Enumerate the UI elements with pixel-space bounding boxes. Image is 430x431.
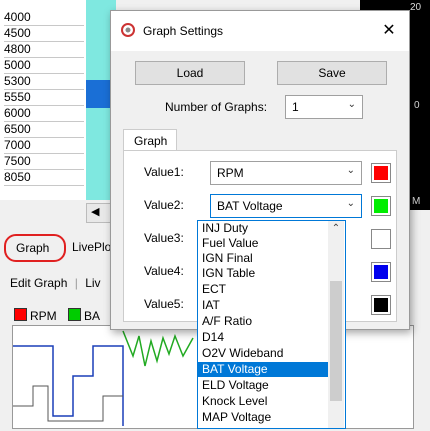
rpm-cell[interactable]: 7500 xyxy=(4,154,84,170)
chevron-down-icon: ⌄ xyxy=(347,99,356,110)
value2-label: Value2: xyxy=(144,198,184,212)
value4-label: Value4: xyxy=(144,264,184,278)
dropdown-option[interactable]: MAP Voltage xyxy=(198,410,331,425)
tab-graph-1[interactable]: Graph 1 xyxy=(123,129,177,162)
value5-color-button[interactable] xyxy=(371,295,391,315)
tab-graph[interactable]: Graph xyxy=(4,234,66,262)
rpm-cell[interactable]: 8050 xyxy=(4,170,84,186)
value5-label: Value5: xyxy=(144,297,184,311)
dropdown-option[interactable]: IAT xyxy=(198,298,331,313)
rpm-cell[interactable]: 4800 xyxy=(4,42,84,58)
value4-color-swatch xyxy=(374,265,388,279)
dropdown-option[interactable]: INJ Duty xyxy=(198,221,331,236)
dropdown-option[interactable]: D14 xyxy=(198,330,331,345)
axis-label: 20 xyxy=(410,2,422,13)
edit-graph-link[interactable]: Edit Graph xyxy=(10,276,67,290)
value2-dropdown-list[interactable]: INJ Duty Fuel Value IGN Final IGN Table … xyxy=(197,220,346,429)
save-button[interactable]: Save xyxy=(277,61,387,85)
scroll-up-icon[interactable]: ⌃ xyxy=(328,221,344,237)
dropdown-option[interactable]: IGN Table xyxy=(198,266,331,281)
value1-selected: RPM xyxy=(217,166,244,180)
rpm-cell[interactable]: 5000 xyxy=(4,58,84,74)
rpm-cell[interactable]: 7000 xyxy=(4,138,84,154)
dropdown-option[interactable]: Fuel Value xyxy=(198,236,331,251)
dialog-titlebar[interactable]: Graph Settings ✕ xyxy=(111,11,409,51)
value2-selected: BAT Voltage xyxy=(217,199,283,213)
dialog-title: Graph Settings xyxy=(143,24,224,38)
num-graphs-select[interactable]: 1 ⌄ xyxy=(285,95,363,119)
legend-label-rpm: RPM xyxy=(30,309,57,323)
axis-label: 0 xyxy=(414,100,420,111)
value4-color-button[interactable] xyxy=(371,262,391,282)
dropdown-option[interactable]: ELD Voltage xyxy=(198,378,331,393)
chevron-down-icon: ⌄ xyxy=(346,165,355,176)
rpm-cell[interactable]: 4500 xyxy=(4,26,84,42)
num-graphs-value: 1 xyxy=(292,100,299,114)
value2-color-swatch xyxy=(374,199,388,213)
rpm-cell[interactable]: 4000 xyxy=(4,10,84,26)
value2-select[interactable]: BAT Voltage ⌄ xyxy=(210,194,362,218)
close-icon: ✕ xyxy=(382,22,396,39)
rpm-table: 4000 4500 4800 5000 5300 5550 6000 6500 … xyxy=(0,0,87,200)
dropdown-option[interactable]: IGN Final xyxy=(198,251,331,266)
app-icon xyxy=(121,23,135,37)
value2-color-button[interactable] xyxy=(371,196,391,216)
rpm-cell[interactable]: 6500 xyxy=(4,122,84,138)
value3-color-button[interactable] xyxy=(371,229,391,249)
value5-color-swatch xyxy=(374,298,388,312)
value1-color-swatch xyxy=(374,166,388,180)
dropdown-option-selected[interactable]: BAT Voltage xyxy=(198,362,331,377)
series-line-green xyxy=(122,330,194,367)
live-link[interactable]: Liv xyxy=(85,276,100,290)
dropdown-option[interactable]: A/F Ratio xyxy=(198,314,331,329)
series-line-blue xyxy=(13,345,124,426)
tab-graph-label: Graph xyxy=(16,241,50,255)
value3-label: Value3: xyxy=(144,231,184,245)
scrollbar-thumb[interactable] xyxy=(330,281,342,401)
legend-swatch-bat xyxy=(68,308,82,321)
dropdown-option[interactable]: O2V Wideband xyxy=(198,346,331,361)
dropdown-scrollbar[interactable]: ⌃ xyxy=(328,221,344,428)
scroll-left-icon[interactable]: ◀ xyxy=(91,205,99,218)
toolbar-separator: | xyxy=(74,276,78,290)
load-button[interactable]: Load xyxy=(135,61,245,85)
graph-toolbar: Edit Graph | Liv xyxy=(10,276,101,290)
value1-select[interactable]: RPM ⌄ xyxy=(210,161,362,185)
value1-color-button[interactable] xyxy=(371,163,391,183)
rpm-cell[interactable]: 5550 xyxy=(4,90,84,106)
num-graphs-label: Number of Graphs: xyxy=(165,100,268,114)
axis-label: M xyxy=(412,196,421,207)
value1-label: Value1: xyxy=(144,165,184,179)
close-button[interactable]: ✕ xyxy=(377,19,401,43)
chevron-down-icon: ⌄ xyxy=(346,198,355,209)
rpm-cell[interactable]: 6000 xyxy=(4,106,84,122)
value3-color-swatch xyxy=(374,232,388,246)
legend-label-bat: BA xyxy=(84,309,101,323)
rpm-cell[interactable]: 5300 xyxy=(4,74,84,90)
dropdown-option[interactable]: Knock Level xyxy=(198,394,331,409)
legend-swatch-rpm xyxy=(14,308,27,321)
graph-legend: RPM BA xyxy=(14,308,100,323)
dropdown-option[interactable]: ECT xyxy=(198,282,331,297)
tab-liveplot[interactable]: LivePlo xyxy=(72,240,111,254)
